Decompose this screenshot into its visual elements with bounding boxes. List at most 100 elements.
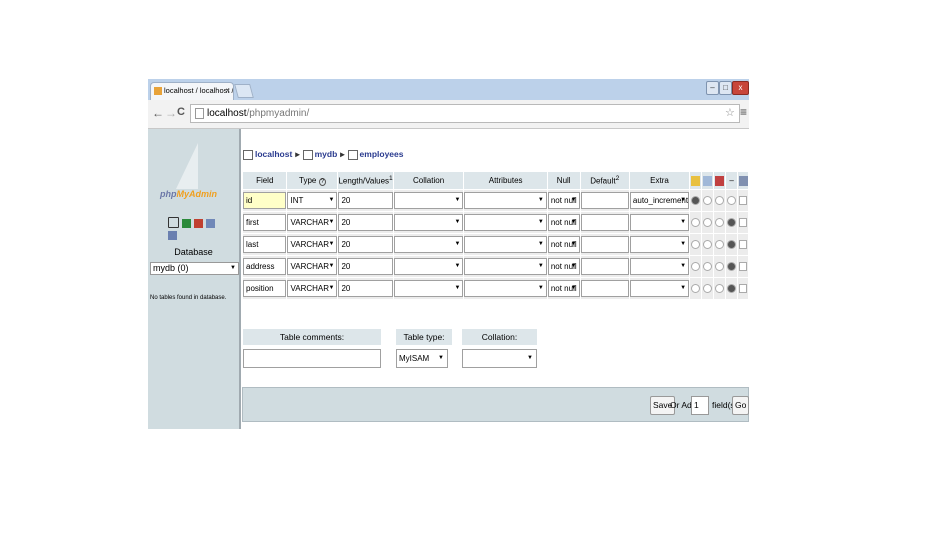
tab-close-icon[interactable]: × (225, 83, 230, 99)
index-radio[interactable] (703, 196, 713, 206)
docs-icon[interactable] (206, 219, 215, 228)
length-input[interactable]: 20 (338, 280, 393, 297)
add-fields-count-input[interactable]: 1 (691, 396, 709, 415)
unique-radio[interactable] (715, 284, 725, 294)
none-radio[interactable] (727, 218, 737, 228)
default-input[interactable] (580, 258, 629, 275)
field-name-input[interactable]: id (243, 192, 287, 209)
collation-select[interactable]: ▼ (393, 258, 464, 275)
extra-select[interactable]: auto_increment ▼ (629, 192, 690, 209)
default-input[interactable] (580, 236, 629, 253)
bookmark-star-icon[interactable]: ☆ (725, 106, 735, 119)
type-select[interactable]: VARCHAR ▼ (287, 214, 338, 231)
attributes-select[interactable]: ▼ (464, 192, 547, 209)
database-select[interactable]: mydb (0) ▼ (150, 262, 239, 275)
go-button[interactable]: Go (732, 396, 749, 415)
extra-select[interactable]: ▼ (629, 236, 690, 253)
length-input[interactable]: 20 (338, 214, 393, 231)
browser-window: localhost / localhost / my × – □ x ← → C… (148, 79, 749, 429)
index-radio[interactable] (703, 284, 713, 294)
reload-icon[interactable]: C (177, 106, 185, 118)
collation-select[interactable]: ▼ (393, 236, 464, 253)
sql-icon[interactable] (182, 219, 191, 228)
length-input[interactable]: 20 (338, 192, 393, 209)
default-input[interactable] (580, 192, 629, 209)
length-input[interactable]: 20 (338, 258, 393, 275)
null-select[interactable]: not null ▼ (547, 214, 580, 231)
back-icon[interactable]: ← (152, 106, 164, 120)
none-radio[interactable] (727, 196, 737, 206)
default-input[interactable] (580, 214, 629, 231)
fulltext-checkbox[interactable] (739, 218, 748, 228)
attributes-select[interactable]: ▼ (464, 214, 547, 231)
phpmyadmin-logo[interactable]: phpMyAdmin (160, 189, 217, 199)
attributes-select[interactable]: ▼ (464, 280, 547, 297)
breadcrumb-database[interactable]: mydb (315, 149, 338, 159)
fulltext-checkbox[interactable] (739, 240, 748, 250)
address-bar[interactable]: localhost/phpmyadmin/ (190, 104, 740, 123)
server-icon (243, 149, 253, 160)
collation-select[interactable]: ▼ (393, 192, 464, 209)
field-name-input[interactable]: last (243, 236, 287, 253)
primary-radio[interactable] (691, 240, 701, 250)
chevron-down-icon: ▼ (438, 355, 444, 361)
null-select[interactable]: not null ▼ (547, 236, 580, 253)
fulltext-checkbox[interactable] (739, 262, 748, 272)
chevron-down-icon: ▼ (537, 219, 544, 225)
primary-radio[interactable] (691, 196, 701, 206)
null-select[interactable]: not null ▼ (547, 192, 580, 209)
fulltext-checkbox[interactable] (739, 284, 748, 294)
attributes-select[interactable]: ▼ (464, 258, 547, 275)
collation-select[interactable]: ▼ (393, 214, 464, 231)
browser-menu-icon[interactable]: ≡ (740, 105, 747, 119)
unique-radio[interactable] (715, 240, 725, 250)
unique-radio[interactable] (715, 218, 725, 228)
settings-icon[interactable] (168, 231, 177, 240)
new-tab-button[interactable] (234, 84, 254, 98)
attributes-select[interactable]: ▼ (464, 236, 547, 253)
forward-icon[interactable]: → (165, 106, 177, 120)
table-collation-select[interactable]: ▼ (462, 349, 537, 368)
breadcrumb-sep-icon: ▸ (340, 149, 345, 159)
field-name-input[interactable]: address (243, 258, 287, 275)
unique-radio[interactable] (715, 196, 725, 206)
primary-radio[interactable] (691, 262, 701, 272)
type-select[interactable]: VARCHAR ▼ (287, 258, 338, 275)
primary-radio[interactable] (691, 218, 701, 228)
index-radio[interactable] (703, 240, 713, 250)
primary-radio[interactable] (691, 284, 701, 294)
header-index (702, 172, 714, 189)
null-select[interactable]: not null ▼ (547, 280, 580, 297)
none-radio[interactable] (727, 240, 737, 250)
browser-tab[interactable]: localhost / localhost / my × (150, 82, 234, 100)
type-select[interactable]: INT ▼ (287, 192, 338, 209)
breadcrumb-server[interactable]: localhost (255, 149, 292, 159)
extra-select[interactable]: ▼ (629, 280, 690, 297)
index-radio[interactable] (703, 262, 713, 272)
breadcrumb-table[interactable]: employees (360, 149, 404, 159)
default-input[interactable] (580, 280, 629, 297)
extra-select[interactable]: ▼ (629, 258, 690, 275)
help-icon[interactable]: ? (318, 178, 326, 186)
length-input[interactable]: 20 (338, 236, 393, 253)
minimize-button[interactable]: – (706, 81, 719, 95)
unique-radio[interactable] (715, 262, 725, 272)
type-select[interactable]: VARCHAR ▼ (287, 236, 338, 253)
logo-sail-icon (176, 143, 198, 189)
none-radio[interactable] (727, 262, 737, 272)
extra-select[interactable]: ▼ (629, 214, 690, 231)
table-comments-input[interactable] (243, 349, 381, 368)
field-name-input[interactable]: position (243, 280, 287, 297)
none-radio[interactable] (727, 284, 737, 294)
collation-select[interactable]: ▼ (393, 280, 464, 297)
maximize-button[interactable]: □ (719, 81, 732, 95)
type-select[interactable]: VARCHAR ▼ (287, 280, 338, 297)
home-icon[interactable] (168, 217, 179, 228)
query-icon[interactable] (194, 219, 203, 228)
null-select[interactable]: not null ▼ (547, 258, 580, 275)
close-window-button[interactable]: x (732, 81, 749, 95)
fulltext-checkbox[interactable] (739, 196, 748, 206)
table-type-select[interactable]: MyISAM ▼ (396, 349, 448, 368)
field-name-input[interactable]: first (243, 214, 287, 231)
index-radio[interactable] (703, 218, 713, 228)
